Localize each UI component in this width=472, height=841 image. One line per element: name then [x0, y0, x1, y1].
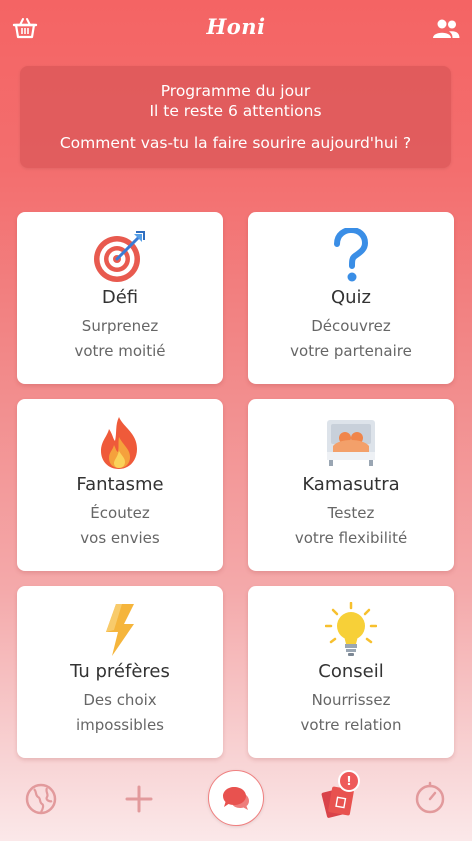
banner-title: Programme du jour — [160, 82, 311, 100]
banner-remaining: Il te reste 6 attentions — [149, 102, 322, 120]
card-title: Quiz — [330, 287, 372, 308]
card-tu-preferes[interactable]: Tu préfères Des choix impossibles — [17, 586, 223, 758]
card-subtitle: vos envies — [80, 529, 160, 547]
people-icon[interactable] — [432, 18, 460, 40]
flame-icon — [101, 417, 137, 469]
card-conseil[interactable]: Conseil Nourrissez votre relation — [248, 586, 454, 758]
card-subtitle: impossibles — [75, 716, 164, 734]
card-subtitle: Écoutez — [90, 504, 150, 522]
lightbulb-icon — [325, 602, 377, 656]
timer-icon[interactable] — [413, 781, 447, 815]
notification-badge: ! — [338, 770, 360, 792]
bed-icon — [327, 420, 375, 466]
card-subtitle: Testez — [327, 504, 375, 522]
globe-icon[interactable] — [25, 783, 57, 815]
banner-question: Comment vas-tu la faire sourire aujourd'… — [59, 134, 412, 152]
top-bar: Honi — [0, 0, 472, 56]
card-subtitle: Nourrissez — [311, 691, 391, 709]
card-subtitle: votre partenaire — [290, 342, 412, 360]
card-title: Tu préfères — [70, 661, 170, 682]
card-title: Fantasme — [76, 474, 164, 495]
card-defi[interactable]: Défi Surprenez votre moitié — [17, 212, 223, 384]
card-title: Kamasutra — [302, 474, 400, 495]
card-title: Conseil — [318, 661, 384, 682]
question-icon — [334, 228, 369, 282]
card-quiz[interactable]: Quiz Découvrez votre partenaire — [248, 212, 454, 384]
card-subtitle: votre moitié — [74, 342, 166, 360]
app-logo: Honi — [206, 14, 266, 39]
card-title: Défi — [101, 287, 139, 308]
card-subtitle: Surprenez — [81, 317, 159, 335]
card-subtitle: votre relation — [300, 716, 402, 734]
chat-button[interactable] — [208, 770, 264, 826]
card-subtitle: Découvrez — [311, 317, 391, 335]
plus-icon[interactable] — [124, 784, 154, 814]
daily-program-banner: Programme du jour Il te reste 6 attentio… — [20, 66, 451, 168]
chat-icon — [223, 787, 249, 810]
card-subtitle: votre flexibilité — [294, 529, 408, 547]
card-subtitle: Des choix — [83, 691, 157, 709]
target-icon — [94, 231, 145, 282]
card-kamasutra[interactable]: Kamasutra Testez votre flexibilité — [248, 399, 454, 571]
lightning-icon — [106, 604, 134, 656]
card-fantasme[interactable]: Fantasme Écoutez vos envies — [17, 399, 223, 571]
